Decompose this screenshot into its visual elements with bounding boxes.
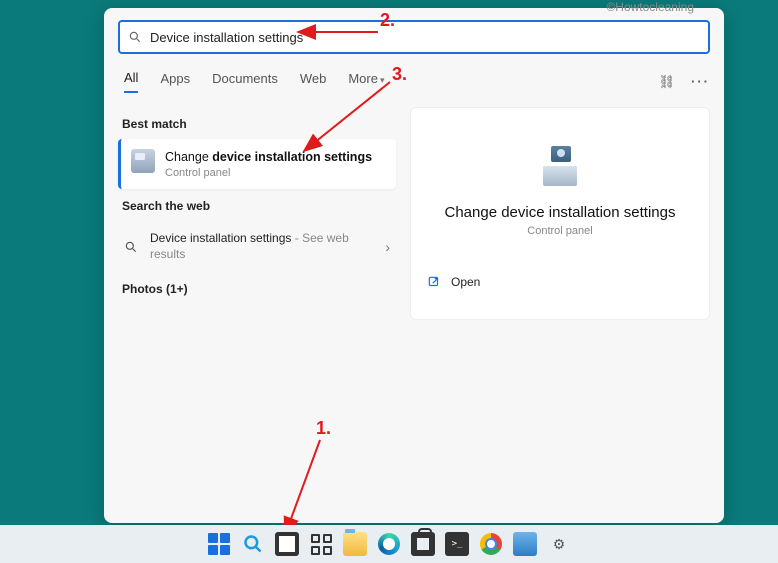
open-action[interactable]: Open <box>423 263 697 301</box>
more-options-icon[interactable]: ··· <box>691 74 710 89</box>
start-button[interactable] <box>207 532 231 556</box>
settings-icon[interactable]: ⚙ <box>547 532 571 556</box>
chrome-icon[interactable] <box>479 532 503 556</box>
preview-subtitle: Control panel <box>527 225 592 237</box>
web-result[interactable]: Device installation settings - See web r… <box>118 221 396 272</box>
results-column: Best match Change device installation se… <box>118 107 396 320</box>
preview-pane: Change device installation settings Cont… <box>410 107 710 320</box>
search-web-label: Search the web <box>122 199 396 213</box>
search-panel: ©Howtocleaning Device installation setti… <box>104 8 724 523</box>
web-result-text: Device installation settings - See web r… <box>150 231 373 262</box>
best-match-label: Best match <box>122 117 396 131</box>
result-subtitle: Control panel <box>165 167 372 179</box>
file-explorer-icon[interactable] <box>343 532 367 556</box>
search-icon <box>124 240 138 254</box>
app-icon[interactable] <box>513 532 537 556</box>
search-icon <box>128 30 142 44</box>
tab-more[interactable]: More▾ <box>348 71 384 92</box>
widgets-icon[interactable] <box>309 532 333 556</box>
tab-all[interactable]: All <box>124 70 138 93</box>
device-install-icon <box>537 146 583 186</box>
store-icon[interactable] <box>411 532 435 556</box>
result-title: Change device installation settings <box>165 149 372 165</box>
edge-icon[interactable] <box>377 532 401 556</box>
tab-web[interactable]: Web <box>300 71 327 92</box>
open-label: Open <box>451 275 480 289</box>
search-query-text: Device installation settings <box>150 30 303 45</box>
watermark-text: ©Howtocleaning <box>606 0 694 14</box>
open-icon <box>427 275 441 289</box>
filter-tabs: All Apps Documents Web More▾ ⛓ ··· <box>124 70 710 93</box>
terminal-icon[interactable]: >_ <box>445 532 469 556</box>
task-view-icon[interactable] <box>275 532 299 556</box>
tab-apps[interactable]: Apps <box>160 71 190 92</box>
chevron-down-icon: ▾ <box>380 75 385 85</box>
taskbar: >_ ⚙ <box>0 525 778 563</box>
taskbar-search-icon[interactable] <box>241 532 265 556</box>
chevron-right-icon: › <box>385 239 390 255</box>
search-input-container[interactable]: Device installation settings <box>118 20 710 54</box>
connect-icon[interactable]: ⛓ <box>658 74 675 90</box>
photos-label: Photos (1+) <box>122 282 396 296</box>
preview-title: Change device installation settings <box>445 204 676 221</box>
tab-documents[interactable]: Documents <box>212 71 278 92</box>
device-icon <box>131 149 155 173</box>
best-match-result[interactable]: Change device installation settings Cont… <box>118 139 396 189</box>
